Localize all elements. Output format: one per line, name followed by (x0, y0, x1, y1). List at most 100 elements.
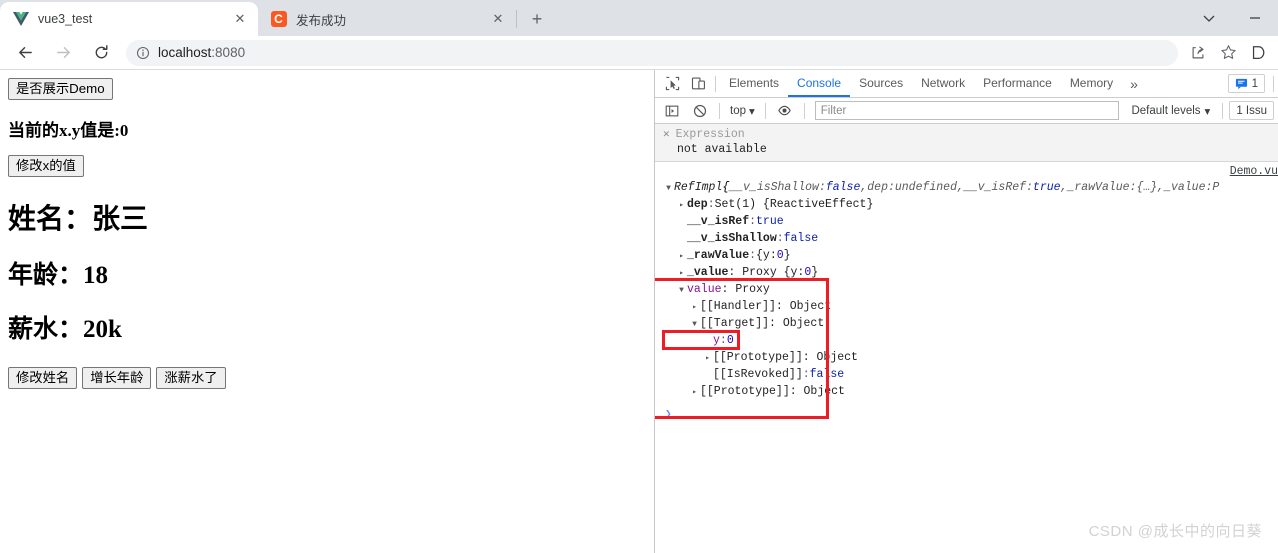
url-host: localhost (158, 45, 212, 60)
back-icon[interactable] (11, 39, 39, 67)
expand-triangle-closed-icon[interactable]: ▸ (689, 385, 700, 401)
console-token: : (707, 198, 715, 211)
forward-icon[interactable] (49, 39, 77, 67)
tab-elements[interactable]: Elements (720, 70, 788, 97)
chevron-down-icon[interactable] (1186, 2, 1232, 34)
console-line[interactable]: ▼ RefImpl {__v_isShallow: false, dep: und… (655, 180, 1278, 197)
star-icon[interactable] (1214, 39, 1242, 67)
console-line[interactable]: ▸ [[Handler]]: Object (655, 299, 1278, 316)
browser-tab-vue3-test[interactable]: vue3_test ✕ (0, 2, 258, 36)
console-token: : (749, 249, 757, 262)
console-line[interactable]: y: 0 (655, 333, 1278, 350)
console-token: {…} (1136, 181, 1158, 194)
toolbar-divider-right (1273, 75, 1274, 92)
address-bar[interactable]: localhost:8080 (126, 39, 1178, 66)
device-toolbar-icon[interactable] (685, 72, 711, 96)
console-line[interactable]: ▸ dep: Set(1) {ReactiveEffect} (655, 197, 1278, 214)
vue-logo-icon (12, 11, 29, 28)
issues-button[interactable]: 1 Issu (1229, 101, 1274, 120)
expand-triangle-closed-icon[interactable]: ▸ (702, 351, 713, 367)
close-icon[interactable]: ✕ (488, 9, 508, 29)
console-token: value (687, 283, 722, 296)
raise-salary-button[interactable]: 涨薪水了 (156, 366, 226, 389)
close-icon[interactable]: ✕ (230, 9, 250, 29)
log-levels-label: Default levels (1131, 104, 1201, 117)
console-token: : (776, 232, 784, 245)
new-tab-button[interactable]: + (523, 5, 551, 33)
field-salary: 薪水：20k (8, 309, 646, 345)
console-token: dep (687, 198, 708, 211)
toggle-demo-button[interactable]: 是否展示Demo (8, 78, 113, 100)
tab-title: vue3_test (38, 12, 93, 26)
console-line[interactable]: __v_isShallow: false (655, 231, 1278, 248)
filterbar-divider-1 (719, 102, 720, 119)
expand-triangle-closed-icon[interactable]: ▸ (676, 198, 687, 214)
execution-context-select[interactable]: top ▾ (726, 104, 759, 118)
tab-memory[interactable]: Memory (1061, 70, 1122, 97)
share-icon[interactable] (1184, 39, 1212, 67)
console-token: : (802, 368, 810, 381)
messages-count: 1 (1251, 77, 1258, 90)
console-sidebar-icon[interactable] (659, 99, 685, 123)
console-token: : (719, 334, 727, 347)
source-link[interactable]: Demo.vu (1230, 165, 1278, 178)
console-token: 0 (776, 249, 784, 262)
clear-console-icon[interactable] (687, 99, 713, 123)
console-line[interactable]: ▸ _value: Proxy {y: 0} (655, 265, 1278, 282)
console-line[interactable]: [[IsRevoked]]: false (655, 367, 1278, 384)
inspect-element-icon[interactable] (659, 72, 685, 96)
prompt-caret-icon: ❯ (665, 409, 672, 421)
expand-triangle-closed-icon[interactable]: ▸ (676, 266, 687, 282)
console-line[interactable]: ▸ [[Prototype]]: Object (655, 384, 1278, 401)
info-circle-icon[interactable] (136, 46, 150, 60)
more-tabs-icon[interactable]: » (1122, 76, 1146, 92)
profile-icon[interactable] (1244, 39, 1272, 67)
close-icon[interactable]: ✕ (663, 127, 670, 141)
console-line[interactable]: ▸ _rawValue: {y: 0} (655, 248, 1278, 265)
console-token: y (713, 334, 720, 347)
console-line[interactable]: __v_isRef: true (655, 214, 1278, 231)
console-token: 0 (726, 334, 734, 347)
live-expression-name[interactable]: Expression (676, 128, 745, 141)
tab-sources[interactable]: Sources (850, 70, 912, 97)
modify-x-button[interactable]: 修改x的值 (8, 154, 84, 177)
csdn-favicon-letter: C (270, 11, 287, 27)
console-line[interactable]: ▼ [[Target]]: Object (655, 316, 1278, 333)
console-token: _rawValue (687, 249, 750, 262)
expand-triangle-open-icon[interactable]: ▼ (663, 181, 674, 197)
url-port: :8080 (211, 45, 246, 60)
console-token: false (825, 181, 861, 194)
devtools-panel: Elements Console Sources Network Perform… (655, 70, 1278, 553)
increase-age-button[interactable]: 增长年龄 (82, 366, 152, 389)
console-filter-input[interactable] (814, 101, 1120, 120)
console-log-group: ▼ RefImpl {__v_isShallow: false, dep: und… (655, 162, 1278, 401)
tab-divider (516, 10, 517, 28)
browser-tab-csdn[interactable]: C 发布成功 ✕ (258, 2, 516, 36)
console-output[interactable]: Demo.vu ▼ RefImpl {__v_isShallow: false, … (655, 162, 1278, 553)
tab-network[interactable]: Network (912, 70, 974, 97)
live-expression-icon[interactable] (772, 99, 798, 123)
console-line[interactable]: ▸ [[Prototype]]: Object (655, 350, 1278, 367)
tab-console[interactable]: Console (788, 70, 851, 97)
console-token: __v_isShallow: (729, 181, 826, 194)
minimize-icon[interactable] (1232, 2, 1278, 34)
expand-triangle-closed-icon[interactable]: ▸ (689, 300, 700, 316)
filterbar-divider-2 (764, 102, 766, 119)
console-token: : Object (769, 317, 825, 330)
modify-name-button[interactable]: 修改姓名 (8, 366, 78, 389)
expand-triangle-closed-icon[interactable]: ▸ (676, 249, 687, 265)
expand-triangle-open-icon[interactable]: ▼ (676, 283, 687, 299)
expand-triangle-open-icon[interactable]: ▼ (689, 317, 700, 333)
console-prompt[interactable]: ❯ (655, 401, 1278, 421)
messages-badge[interactable]: 1 (1227, 74, 1265, 93)
web-page-content: 是否展示Demo 当前的x.y值是:0 修改x的值 姓名：张三 年龄：18 薪水… (0, 70, 655, 553)
reload-icon[interactable] (87, 39, 115, 67)
console-token: {y: (756, 249, 777, 262)
log-levels-select[interactable]: Default levels ▾ (1125, 104, 1216, 118)
console-token: _value (687, 266, 729, 279)
tab-performance[interactable]: Performance (974, 70, 1061, 97)
console-line[interactable]: ▼ value: Proxy (655, 282, 1278, 299)
field-age-label: 年龄： (8, 261, 84, 289)
